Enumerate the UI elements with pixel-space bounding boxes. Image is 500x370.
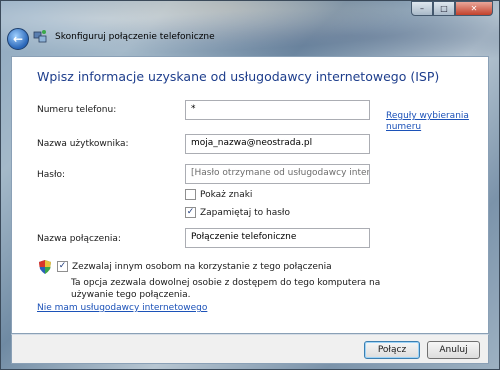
- username-input[interactable]: moja_nazwa@neostrada.pl: [185, 134, 370, 154]
- dialog-footer: Połącz Anuluj: [11, 334, 489, 364]
- caption-buttons: – □ ✕: [411, 1, 493, 16]
- minimize-button[interactable]: –: [411, 1, 433, 16]
- password-input[interactable]: [Hasło otrzymane od usługodawcy interne: [185, 164, 370, 184]
- no-isp-link[interactable]: Nie mam usługodawcy internetowego: [37, 303, 207, 313]
- username-label: Nazwa użytkownika:: [37, 139, 129, 149]
- remember-password-checkbox[interactable]: ✓: [185, 207, 196, 218]
- connect-button[interactable]: Połącz: [364, 341, 420, 359]
- connection-name-input[interactable]: Połączenie telefoniczne: [185, 228, 370, 248]
- maximize-button[interactable]: □: [433, 1, 455, 16]
- allow-others-checkbox-row[interactable]: ✓ Zezwalaj innym osobom na korzystanie z…: [57, 261, 332, 272]
- back-button[interactable]: ←: [7, 28, 29, 50]
- phone-label: Numeru telefonu:: [37, 105, 117, 115]
- allow-others-description: Ta opcja zezwala dowolnej osobie z dostę…: [71, 278, 381, 300]
- remember-password-checkbox-row[interactable]: ✓ Zapamiętaj to hasło: [185, 207, 290, 218]
- admin-shield-icon: [39, 260, 51, 274]
- phone-number-input[interactable]: *: [185, 100, 370, 120]
- show-chars-checkbox-row[interactable]: Pokaż znaki: [185, 189, 252, 200]
- allow-others-checkbox[interactable]: ✓: [57, 261, 68, 272]
- password-label: Hasło:: [37, 170, 66, 180]
- remember-password-label: Zapamiętaj to hasło: [200, 207, 290, 218]
- cancel-button[interactable]: Anuluj: [427, 341, 480, 359]
- show-chars-checkbox[interactable]: [185, 189, 196, 200]
- allow-others-label: Zezwalaj innym osobom na korzystanie z t…: [72, 261, 332, 272]
- connection-name-label: Nazwa połączenia:: [37, 234, 121, 244]
- dialog-window: – □ ✕ ← Skonfiguruj połączenie telefonic…: [0, 0, 500, 370]
- window-title: Skonfiguruj połączenie telefoniczne: [55, 32, 215, 42]
- checkmark-icon: ✓: [186, 207, 195, 217]
- page-heading: Wpisz informacje uzyskane od usługodawcy…: [37, 69, 440, 84]
- network-connection-icon: [33, 30, 47, 43]
- dialing-rules-link[interactable]: Reguły wybierania numeru: [386, 111, 476, 133]
- back-arrow-icon: ←: [12, 32, 24, 46]
- content-panel: Wpisz informacje uzyskane od usługodawcy…: [11, 56, 489, 334]
- close-button[interactable]: ✕: [455, 1, 493, 16]
- show-chars-label: Pokaż znaki: [200, 189, 253, 200]
- checkmark-icon: ✓: [58, 261, 67, 271]
